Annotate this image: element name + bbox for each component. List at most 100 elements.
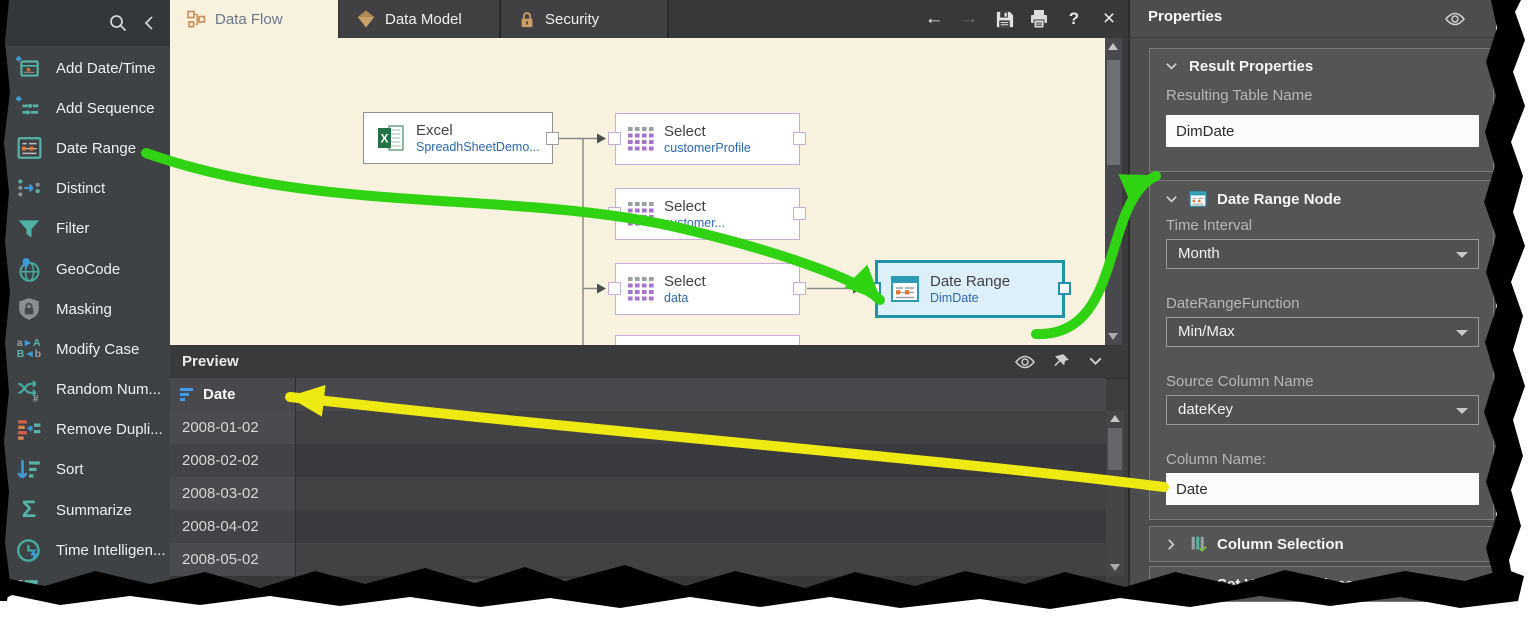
field-label: Source Column Name: [1166, 373, 1314, 390]
canvas-vertical-scrollbar[interactable]: [1105, 38, 1122, 345]
resulting-table-name-input[interactable]: [1166, 115, 1479, 147]
port-select2-input[interactable]: [608, 207, 621, 220]
save-button[interactable]: [991, 5, 1017, 33]
tab-data-flow[interactable]: Data Flow: [170, 0, 338, 38]
forward-button[interactable]: →: [956, 5, 982, 33]
column-name-input[interactable]: [1166, 473, 1479, 505]
date-range-function-select[interactable]: Min/Max: [1166, 317, 1479, 347]
node-date-range-dimdate[interactable]: Date RangeDimDate: [875, 260, 1065, 318]
preview-pin-icon[interactable]: [1052, 352, 1071, 371]
chevron-down-icon: [1164, 192, 1179, 207]
data-flow-canvas[interactable]: X ExcelSpreadhSheetDemo... Selectcustome…: [170, 38, 1105, 345]
sidebar-item-masking[interactable]: Masking: [0, 289, 170, 329]
time-interval-select[interactable]: Month: [1166, 239, 1479, 269]
sidebar-item-add-datetime[interactable]: Add Date/Time: [0, 48, 170, 88]
sidebar-item-modify-case[interactable]: a►AB◄b Modify Case: [0, 329, 170, 369]
svg-text:@: @: [1198, 585, 1206, 593]
preview-vertical-scrollbar[interactable]: [1106, 411, 1124, 576]
close-button[interactable]: ×: [1096, 5, 1122, 33]
back-button[interactable]: ←: [921, 5, 947, 33]
preview-horizontal-scrollbar[interactable]: [170, 576, 1106, 592]
port-select3-output[interactable]: [793, 282, 806, 295]
port-select2-output[interactable]: [793, 207, 806, 220]
search-icon[interactable]: [108, 13, 128, 33]
section-header-result-properties[interactable]: Result Properties: [1150, 49, 1493, 75]
select-icon: [628, 202, 654, 226]
scrollbar-thumb[interactable]: [1107, 60, 1120, 165]
help-button[interactable]: ?: [1061, 5, 1087, 33]
table-row[interactable]: 2008-02-02: [170, 444, 1106, 477]
scrollbar-thumb[interactable]: [1108, 428, 1122, 470]
table-row[interactable]: 2008-01-02: [170, 411, 1106, 444]
scroll-up-arrow[interactable]: [1108, 43, 1118, 50]
section-header-column-selection[interactable]: Column Selection: [1150, 527, 1493, 553]
sidebar-header: [0, 0, 170, 46]
source-column-name-select[interactable]: dateKey: [1166, 395, 1479, 425]
node-subtitle: SpreadhSheetDemo...: [416, 140, 540, 155]
scrollbar-thumb[interactable]: [420, 579, 630, 589]
select-icon: [628, 277, 654, 301]
section-header-set-variable-values[interactable]: #@ Set Variable Values: [1150, 567, 1493, 593]
scroll-down-arrow[interactable]: [1108, 333, 1118, 340]
node-title: Select: [664, 198, 725, 216]
sidebar-item-random-number[interactable]: # Random Num...: [0, 370, 170, 410]
tab-security[interactable]: Security: [502, 0, 669, 38]
sidebar-item-date-range[interactable]: Date Range: [0, 128, 170, 168]
sidebar-item-add-sequence[interactable]: Add Sequence: [0, 88, 170, 128]
node-select-partial[interactable]: [615, 335, 800, 345]
date-range-node-icon: [1189, 190, 1207, 208]
tab-label: Data Flow: [215, 11, 283, 28]
preview-visibility-icon[interactable]: [1014, 351, 1036, 373]
select-value: Month: [1178, 245, 1220, 262]
node-toolbox-sidebar: Add Date/Time Add Sequence Date Range Di…: [0, 0, 170, 592]
preview-column-header-date[interactable]: Date: [170, 378, 1106, 412]
sidebar-collapse-icon[interactable]: [142, 15, 156, 31]
port-select1-input[interactable]: [608, 132, 621, 145]
node-subtitle: customerProfile: [664, 141, 751, 156]
table-cell-date: 2008-03-02: [170, 477, 295, 510]
sidebar-item-filter[interactable]: Filter: [0, 209, 170, 249]
sidebar-item-time-intelligence[interactable]: Time Intelligen...: [0, 530, 170, 570]
port-select3-input[interactable]: [608, 282, 621, 295]
table-row[interactable]: 2008-03-02: [170, 477, 1106, 510]
sidebar-item-distinct[interactable]: Distinct: [0, 169, 170, 209]
node-select-customer[interactable]: Selectcustomer...: [615, 188, 800, 240]
sidebar-item-label: Time Intelligen...: [56, 542, 166, 559]
print-button[interactable]: [1026, 5, 1052, 33]
sidebar-item-label: Distinct: [56, 180, 105, 197]
node-select-data[interactable]: Selectdata: [615, 263, 800, 315]
node-excel-source[interactable]: X ExcelSpreadhSheetDemo...: [363, 112, 553, 164]
section-header-date-range-node[interactable]: Date Range Node: [1150, 181, 1493, 208]
port-daterange-output[interactable]: [1058, 282, 1071, 295]
sidebar-item-unpivot[interactable]: Unpivot: [0, 570, 170, 592]
port-daterange-input[interactable]: [868, 282, 881, 295]
svg-text:X: X: [380, 132, 388, 146]
sidebar-item-label: Sort: [56, 461, 84, 478]
port-select1-output[interactable]: [793, 132, 806, 145]
sidebar-item-sort[interactable]: Sort: [0, 450, 170, 490]
properties-visibility-icon[interactable]: [1444, 8, 1466, 30]
sidebar-item-summarize[interactable]: Σ Summarize: [0, 490, 170, 530]
section-title: Result Properties: [1189, 58, 1313, 75]
sidebar-item-label: Unpivot: [56, 582, 107, 592]
node-title: Select: [664, 273, 706, 291]
field-label: Time Interval: [1166, 217, 1252, 234]
sidebar-item-remove-duplicates[interactable]: Remove Dupli...: [0, 410, 170, 450]
remove-duplicates-icon: [14, 416, 44, 444]
sidebar-item-label: Summarize: [56, 502, 132, 519]
scroll-up-arrow[interactable]: [1110, 415, 1120, 422]
table-cell-date: 2008-04-02: [170, 510, 295, 543]
chevron-down-icon: [1164, 59, 1179, 74]
port-excel-output[interactable]: [546, 132, 559, 145]
toolbar: ← → ? ×: [921, 0, 1122, 38]
table-row[interactable]: 2008-04-02: [170, 510, 1106, 543]
node-select-customerprofile[interactable]: SelectcustomerProfile: [615, 113, 800, 165]
properties-panel: Properties Result Properties Resulting T…: [1128, 0, 1496, 592]
table-cell-date: 2008-05-02: [170, 543, 295, 576]
tab-data-model[interactable]: Data Model: [340, 0, 501, 38]
preview-collapse-icon[interactable]: [1087, 353, 1104, 370]
column-selection-icon: [1189, 535, 1207, 553]
scroll-down-arrow[interactable]: [1110, 564, 1120, 571]
sidebar-item-geocode[interactable]: GeoCode: [0, 249, 170, 289]
table-row[interactable]: 2008-05-02: [170, 543, 1106, 576]
